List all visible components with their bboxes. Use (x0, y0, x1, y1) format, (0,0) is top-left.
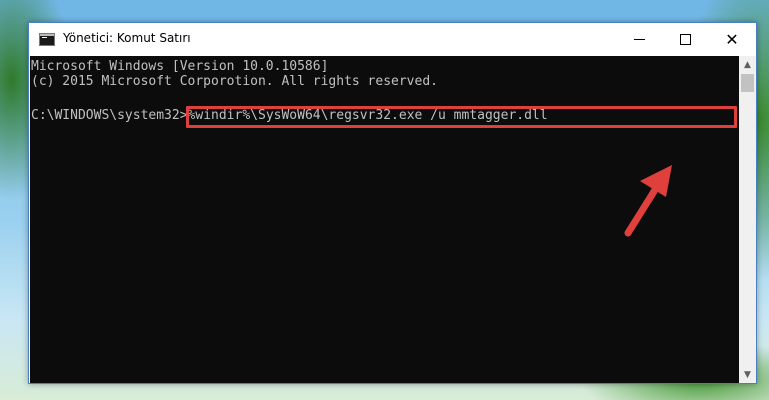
title-bar[interactable]: Yönetici: Komut Satırı ✕ (29, 23, 756, 56)
minimize-button[interactable] (616, 23, 662, 56)
console-output[interactable]: Microsoft Windows [Version 10.0.10586] (… (30, 56, 739, 383)
maximize-icon (679, 34, 691, 45)
vertical-scrollbar[interactable]: ▲ ▼ (739, 56, 756, 383)
scroll-thumb[interactable] (741, 74, 754, 92)
console-line-copyright: (c) 2015 Microsoft Corporotion. All righ… (31, 74, 438, 89)
scroll-down-icon[interactable]: ▼ (739, 366, 756, 383)
close-button[interactable]: ✕ (709, 23, 755, 56)
maximize-button[interactable] (662, 23, 708, 56)
command-highlight-box (186, 106, 737, 128)
console-prompt: C:\WINDOWS\system32> (31, 108, 188, 123)
minimize-icon (633, 39, 645, 40)
command-prompt-window: Yönetici: Komut Satırı ✕ Microsoft Windo… (28, 22, 757, 384)
cmd-icon (39, 33, 55, 46)
scroll-up-icon[interactable]: ▲ (739, 56, 756, 73)
pointer-arrow-icon (624, 165, 672, 237)
close-icon: ✕ (725, 29, 739, 49)
console-line-version: Microsoft Windows [Version 10.0.10586] (31, 59, 329, 74)
window-title: Yönetici: Komut Satırı (63, 31, 191, 45)
